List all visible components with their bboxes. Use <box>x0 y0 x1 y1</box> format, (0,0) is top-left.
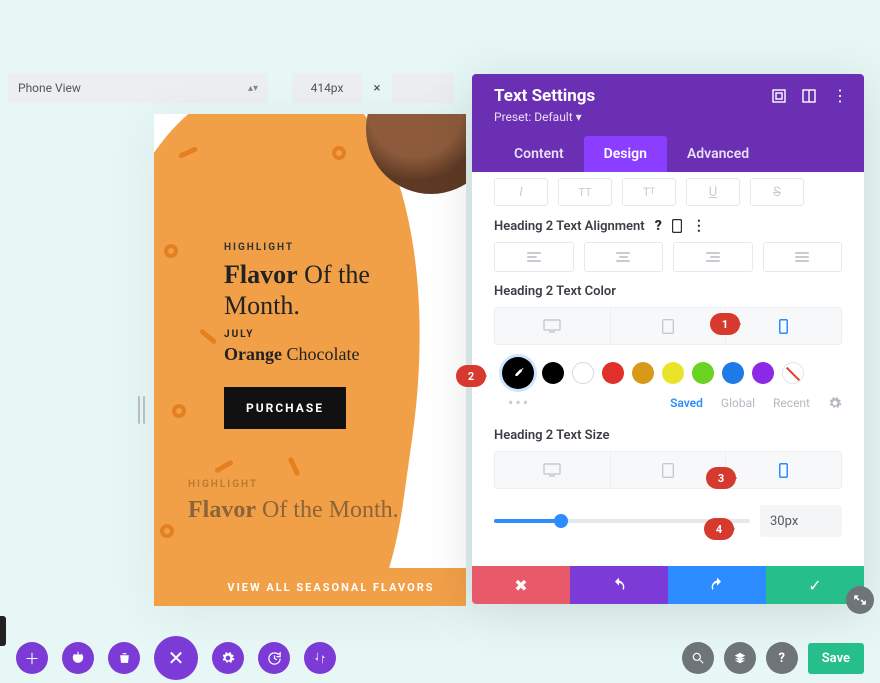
month-label: JULY <box>224 329 444 340</box>
color-tab-recent[interactable]: Recent <box>773 396 810 410</box>
seasonal-banner-button[interactable]: VIEW ALL SEASONAL FLAVORS <box>196 568 466 606</box>
redo-button[interactable] <box>668 566 766 604</box>
layers-button[interactable] <box>724 642 756 674</box>
gear-button[interactable] <box>212 642 244 674</box>
preset-dropdown[interactable]: Preset: Default ▾ <box>494 110 848 124</box>
annotation-marker-4: 4 <box>704 518 734 540</box>
responsive-view-label: Phone View <box>18 81 81 95</box>
tab-design[interactable]: Design <box>584 136 667 172</box>
help-icon[interactable]: ? <box>655 218 662 234</box>
search-button[interactable] <box>682 642 714 674</box>
builder-bottom-bar: ＋ ✕ ? Save <box>0 633 880 683</box>
align-center-button[interactable] <box>584 242 664 272</box>
kebab-menu-icon[interactable]: ⋮ <box>832 88 848 104</box>
close-builder-button[interactable]: ✕ <box>154 636 198 680</box>
viewport-height-input[interactable] <box>392 73 454 103</box>
save-button[interactable]: Save <box>808 643 864 674</box>
viewport-width-input[interactable]: 414px <box>292 73 362 103</box>
discard-button[interactable]: ✖ <box>472 566 570 604</box>
uppercase-button[interactable]: TT <box>558 178 612 206</box>
phone-icon[interactable] <box>672 219 682 233</box>
heading-flavor-2: Flavor Of the Month. <box>188 496 458 525</box>
underline-button[interactable]: U <box>686 178 740 206</box>
color-device-row <box>494 307 842 345</box>
swatch-purple[interactable] <box>752 362 774 384</box>
text-size-value: 30px <box>770 514 798 529</box>
gear-icon[interactable] <box>828 396 842 410</box>
size-device-row <box>494 451 842 489</box>
italic-button[interactable]: I <box>494 178 548 206</box>
swatch-white[interactable] <box>572 362 594 384</box>
align-justify-button[interactable] <box>763 242 843 272</box>
swatch-none[interactable] <box>782 362 804 384</box>
swatch-green[interactable] <box>692 362 714 384</box>
color-picker-eyedropper[interactable] <box>502 357 534 389</box>
dimension-separator: × <box>370 81 384 96</box>
eyebrow-text: HIGHLIGHT <box>224 242 444 253</box>
panel-title: Text Settings <box>494 86 595 106</box>
text-color-label: Heading 2 Text Color <box>494 284 616 299</box>
alignment-label: Heading 2 Text Alignment <box>494 219 645 234</box>
power-button[interactable] <box>62 642 94 674</box>
size-device-desktop-button[interactable] <box>495 452 610 488</box>
device-desktop-button[interactable] <box>495 308 610 344</box>
expand-handle-icon[interactable] <box>846 586 874 614</box>
annotation-marker-3: 3 <box>706 467 736 489</box>
flavor-name: Orange Chocolate <box>224 344 444 365</box>
swatch-red[interactable] <box>602 362 624 384</box>
text-size-label: Heading 2 Text Size <box>494 428 609 443</box>
tab-advanced[interactable]: Advanced <box>667 136 769 172</box>
viewport-width-value: 414px <box>311 81 344 95</box>
history-button[interactable] <box>258 642 290 674</box>
slider-thumb[interactable] <box>554 514 568 528</box>
purchase-button[interactable]: PURCHASE <box>224 387 346 429</box>
phone-preview[interactable]: HIGHLIGHT Flavor Of the Month. JULY Oran… <box>154 114 466 606</box>
add-button[interactable]: ＋ <box>16 642 48 674</box>
strikethrough-button[interactable]: S <box>750 178 804 206</box>
columns-icon[interactable] <box>802 89 816 103</box>
text-settings-panel: Text Settings ⋮ Preset: Default ▾ Conten… <box>472 74 864 604</box>
text-size-input[interactable]: 30px <box>760 505 842 537</box>
heading-flavor: Flavor Of the Month. <box>224 259 444 321</box>
annotation-marker-2: 2 <box>456 365 486 387</box>
options-kebab-icon[interactable]: ⋮ <box>692 218 706 234</box>
trash-button[interactable] <box>108 642 140 674</box>
align-right-button[interactable] <box>673 242 753 272</box>
device-tablet-button[interactable] <box>610 308 726 344</box>
swatch-blue[interactable] <box>722 362 744 384</box>
color-tab-saved[interactable]: Saved <box>670 396 703 410</box>
size-device-phone-button[interactable] <box>725 452 841 488</box>
resize-handle[interactable] <box>134 396 148 424</box>
swatch-black[interactable] <box>542 362 564 384</box>
swap-button[interactable] <box>304 642 336 674</box>
align-left-button[interactable] <box>494 242 574 272</box>
responsive-view-select[interactable]: Phone View ▴▾ <box>8 73 268 103</box>
swatch-amber[interactable] <box>632 362 654 384</box>
help-button[interactable]: ? <box>766 642 798 674</box>
annotation-marker-1: 1 <box>710 313 740 335</box>
tab-content[interactable]: Content <box>494 136 584 172</box>
undo-button[interactable] <box>570 566 668 604</box>
swatch-yellow[interactable] <box>662 362 684 384</box>
eyebrow-text-2: HIGHLIGHT <box>188 479 458 490</box>
expand-icon[interactable] <box>772 89 786 103</box>
color-tab-global[interactable]: Global <box>721 396 755 410</box>
chevron-updown-icon: ▴▾ <box>248 83 258 94</box>
smallcaps-button[interactable]: TT <box>622 178 676 206</box>
